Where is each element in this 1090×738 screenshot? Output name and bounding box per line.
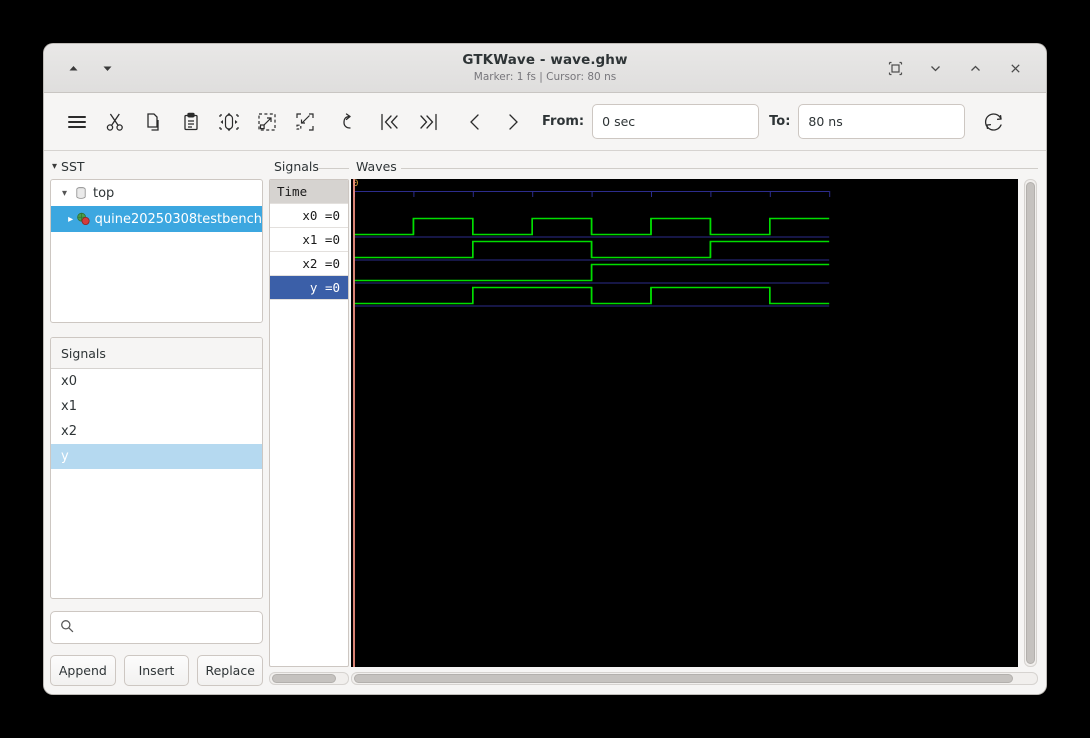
chevron-down-icon[interactable] xyxy=(926,59,944,77)
signal-name-label: y =0 xyxy=(309,280,340,295)
signal-names-list[interactable]: Time x0 =0 x1 =0 x2 =0 y =0 xyxy=(269,179,349,667)
signal-names-pane-title: Signals xyxy=(269,159,349,179)
search-icon xyxy=(60,618,74,637)
zoom-in-icon[interactable] xyxy=(248,103,286,141)
go-first-icon[interactable] xyxy=(371,103,409,141)
signal-names-filler xyxy=(270,300,348,666)
go-prev-icon[interactable] xyxy=(456,103,494,141)
title-bar: GTKWave - wave.ghw Marker: 1 fs | Cursor… xyxy=(44,44,1046,93)
from-value: 0 sec xyxy=(602,114,636,129)
list-item-x1[interactable]: x1 xyxy=(51,394,262,419)
signal-name-row-x0[interactable]: x0 =0 xyxy=(270,204,348,228)
main-body: ▾ SST ▾ top ▸ quine20250308testbench Sig… xyxy=(44,151,1046,694)
list-item-x2[interactable]: x2 xyxy=(51,419,262,444)
chevron-down-icon: ▾ xyxy=(52,160,58,172)
undo-icon[interactable] xyxy=(333,103,371,141)
tree-item-quine-testbench[interactable]: ▸ quine20250308testbench xyxy=(51,206,262,232)
go-next-icon[interactable] xyxy=(494,103,532,141)
scrollbar-thumb[interactable] xyxy=(354,674,1013,683)
chevron-down-icon[interactable]: ▾ xyxy=(57,188,72,199)
list-item-y[interactable]: y xyxy=(51,444,262,469)
copy-icon[interactable] xyxy=(134,103,172,141)
triangle-up-icon[interactable] xyxy=(64,59,82,77)
tree-item-label: quine20250308testbench xyxy=(94,211,262,227)
to-input[interactable]: 80 ns xyxy=(798,104,966,139)
waves-pane: Waves 0 xyxy=(349,151,1046,694)
signals-list-body[interactable]: x0 x1 x2 y xyxy=(51,369,262,598)
tree-item-label: top xyxy=(93,185,115,201)
chevron-right-icon[interactable]: ▸ xyxy=(66,214,76,225)
close-icon[interactable] xyxy=(1006,59,1024,77)
zoom-fit-icon[interactable] xyxy=(210,103,248,141)
scrollbar-track[interactable] xyxy=(351,672,1038,685)
list-item-label: x0 xyxy=(61,374,77,389)
waves-vertical-scrollbar[interactable] xyxy=(1022,179,1038,667)
signal-name-row-x2[interactable]: x2 =0 xyxy=(270,252,348,276)
chevron-up-icon[interactable] xyxy=(966,59,984,77)
signals-list-header-label: Signals xyxy=(61,345,106,361)
signal-name-label: Time xyxy=(277,184,308,199)
signal-name-label: x1 =0 xyxy=(302,232,340,247)
append-button[interactable]: Append xyxy=(50,655,116,686)
list-item-label: y xyxy=(61,449,69,464)
waves-horizontal-scrollbar[interactable] xyxy=(351,671,1038,686)
paste-icon[interactable] xyxy=(172,103,210,141)
tree-item-top[interactable]: ▾ top xyxy=(51,180,262,206)
scrollbar-thumb[interactable] xyxy=(1025,182,1035,664)
names-horizontal-scrollbar[interactable] xyxy=(269,671,349,686)
module-icon xyxy=(72,186,89,201)
cut-icon[interactable] xyxy=(96,103,134,141)
signal-name-row-x1[interactable]: x1 =0 xyxy=(270,228,348,252)
sst-header[interactable]: ▾ SST xyxy=(50,159,263,179)
signal-name-row-time[interactable]: Time xyxy=(270,180,348,204)
search-box[interactable] xyxy=(50,611,263,644)
search-input[interactable] xyxy=(80,619,253,636)
menu-icon[interactable] xyxy=(58,103,96,141)
to-label: To: xyxy=(769,114,791,129)
sst-pane: ▾ SST ▾ top ▸ quine20250308testbench Sig… xyxy=(44,151,269,694)
waves-pane-title: Waves xyxy=(351,159,1038,179)
instance-icon xyxy=(76,212,91,227)
refresh-icon[interactable] xyxy=(975,103,1013,141)
window-title: GTKWave - wave.ghw xyxy=(462,52,628,68)
replace-button[interactable]: Replace xyxy=(197,655,264,686)
signal-name-label: x2 =0 xyxy=(302,256,340,271)
waves-box: 0 xyxy=(351,179,1038,667)
scrollbar-track[interactable] xyxy=(269,672,349,685)
sst-label: SST xyxy=(61,159,85,174)
triangle-down-icon[interactable] xyxy=(98,59,116,77)
action-button-row: Append Insert Replace xyxy=(50,655,264,686)
go-last-icon[interactable] xyxy=(409,103,447,141)
window-subtitle: Marker: 1 fs | Cursor: 80 ns xyxy=(473,71,617,83)
restore-icon[interactable] xyxy=(886,59,904,77)
list-item-label: x1 xyxy=(61,399,77,414)
cursor-marker[interactable] xyxy=(353,179,355,667)
from-label: From: xyxy=(542,114,585,129)
gtkwave-window: GTKWave - wave.ghw Marker: 1 fs | Cursor… xyxy=(44,44,1046,694)
zoom-out-icon[interactable] xyxy=(286,103,324,141)
scrollbar-track[interactable] xyxy=(1023,179,1037,667)
signals-list-panel: Signals x0 x1 x2 y xyxy=(50,337,263,599)
signals-list-header: Signals xyxy=(51,338,262,369)
list-item-label: x2 xyxy=(61,424,77,439)
signal-name-row-y[interactable]: y =0 xyxy=(270,276,348,300)
insert-button[interactable]: Insert xyxy=(123,655,190,686)
title-bar-right-controls xyxy=(886,59,1036,77)
list-item-x0[interactable]: x0 xyxy=(51,369,262,394)
waveform-canvas[interactable]: 0 xyxy=(351,179,1018,667)
signal-name-label: x0 =0 xyxy=(302,208,340,223)
title-bar-left-controls xyxy=(54,59,116,77)
from-input[interactable]: 0 sec xyxy=(592,104,760,139)
toolbar: From: 0 sec To: 80 ns xyxy=(44,93,1046,151)
sst-tree[interactable]: ▾ top ▸ quine20250308testbench xyxy=(50,179,263,323)
scrollbar-thumb[interactable] xyxy=(272,674,336,683)
signal-names-pane: Signals Time x0 =0 x1 =0 x2 =0 y =0 xyxy=(269,151,349,694)
waveform-svg xyxy=(354,191,831,307)
to-value: 80 ns xyxy=(808,114,843,129)
